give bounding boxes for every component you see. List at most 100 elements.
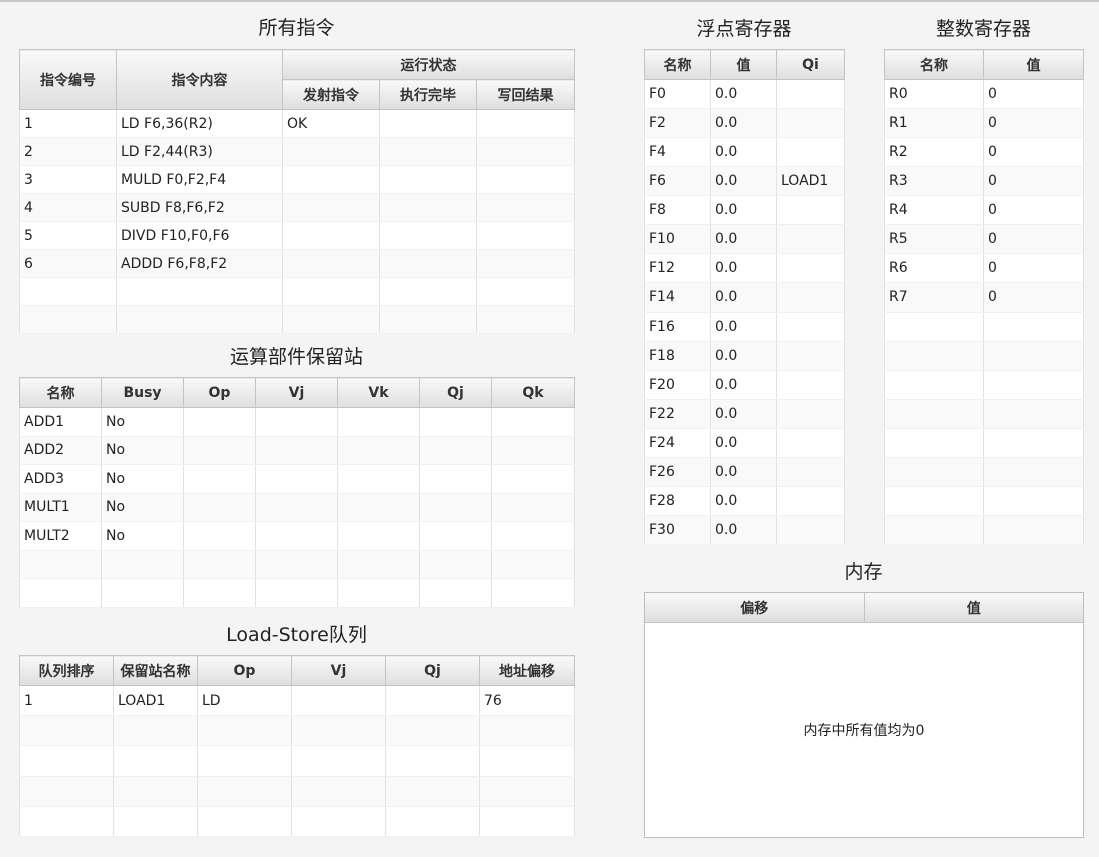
int-row[interactable]: R5 0 xyxy=(884,224,1084,255)
ls-row[interactable] xyxy=(19,715,575,747)
col-header-mem-value[interactable]: 值 xyxy=(864,593,1083,623)
fp-row[interactable]: F6 0.0 LOAD1 xyxy=(644,166,845,197)
int-cell: R2 xyxy=(884,137,984,168)
fp-row[interactable]: F2 0.0 xyxy=(644,108,845,139)
rs-cell xyxy=(419,521,492,551)
instruction-row[interactable]: 1 LD F6,36(R2) OK xyxy=(19,109,575,138)
ls-cell xyxy=(385,776,480,807)
int-row[interactable]: R2 0 xyxy=(884,137,1084,168)
int-row[interactable] xyxy=(884,515,1084,546)
ls-row[interactable] xyxy=(19,776,575,807)
instruction-row[interactable]: 4 SUBD F8,F6,F2 xyxy=(19,193,575,222)
col-header-issue[interactable]: 发射指令 xyxy=(282,79,380,110)
int-row[interactable]: R1 0 xyxy=(884,108,1084,139)
rs-col-header-5[interactable]: Qj xyxy=(419,377,492,408)
instruction-row[interactable]: 2 LD F2,44(R3) xyxy=(19,137,575,166)
instruction-row[interactable]: 6 ADDD F6,F8,F2 xyxy=(19,249,575,278)
int-col-header-0[interactable]: 名称 xyxy=(884,49,984,80)
instruction-row[interactable] xyxy=(19,277,575,306)
fp-row[interactable]: F0 0.0 xyxy=(644,79,845,110)
rs-row[interactable] xyxy=(19,550,575,580)
rs-cell xyxy=(255,407,338,437)
fp-row[interactable]: F22 0.0 xyxy=(644,399,845,429)
ls-col-header-3[interactable]: Vj xyxy=(291,655,386,686)
int-col-header-1[interactable]: 值 xyxy=(983,49,1084,80)
fp-row[interactable]: F20 0.0 xyxy=(644,370,845,400)
int-row[interactable]: R4 0 xyxy=(884,195,1084,226)
fp-row[interactable]: F8 0.0 xyxy=(644,195,845,226)
rs-col-header-6[interactable]: Qk xyxy=(491,377,575,408)
instruction-row[interactable]: 5 DIVD F10,F0,F6 xyxy=(19,221,575,250)
fp-cell: 0.0 xyxy=(710,137,777,168)
rs-col-header-1[interactable]: Busy xyxy=(101,377,184,408)
instructions-table[interactable]: 指令编号 指令内容 运行状态 发射指令 执行完毕 写回结果 1 LD F6,36(… xyxy=(19,49,575,334)
int-row[interactable] xyxy=(884,312,1084,342)
instruction-row[interactable] xyxy=(19,305,575,334)
reservation-station-table[interactable]: 名称 Busy Op Vj Vk Qj Qk ADD1 No ADD2 No ADD3 No MULT1… xyxy=(19,377,575,608)
fp-row[interactable]: F10 0.0 xyxy=(644,224,845,255)
fp-cell: 0.0 xyxy=(710,282,777,313)
int-cell: 0 xyxy=(983,108,1084,139)
rs-row[interactable]: ADD3 No xyxy=(19,464,575,494)
int-cell: R0 xyxy=(884,79,984,110)
ls-col-header-0[interactable]: 队列排序 xyxy=(19,655,114,686)
rs-col-header-2[interactable]: Op xyxy=(183,377,256,408)
rs-col-header-0[interactable]: 名称 xyxy=(19,377,102,408)
fp-row[interactable]: F30 0.0 xyxy=(644,515,845,546)
col-header-write-back[interactable]: 写回结果 xyxy=(476,79,575,110)
rs-cell: No xyxy=(101,521,184,551)
rs-row[interactable] xyxy=(19,578,575,608)
rs-row[interactable]: ADD1 No xyxy=(19,407,575,437)
fp-register-table[interactable]: 名称值 Qi F0 0.0 F2 0.0 F4 0.0 F6 0.0 LOAD1 F8 0.0 F10 0… xyxy=(644,49,845,546)
fp-col-header-2[interactable]: Qi xyxy=(776,49,845,80)
col-header-run-status[interactable]: 运行状态 xyxy=(282,49,575,80)
fp-col-header-1[interactable]: 值 xyxy=(710,49,777,80)
int-cell: R1 xyxy=(884,108,984,139)
rs-row[interactable]: MULT2 No xyxy=(19,521,575,551)
rs-col-header-3[interactable]: Vj xyxy=(255,377,338,408)
int-register-table[interactable]: 名称值 R0 0 R1 0 R2 0 R3 0 R4 0 R5 0 R6 0 R7 0 xyxy=(884,49,1084,546)
ls-cell: LOAD1 xyxy=(113,685,198,717)
fp-col-header-0[interactable]: 名称 xyxy=(644,49,711,80)
ls-col-header-1[interactable]: 保留站名称 xyxy=(113,655,198,686)
instruction-row[interactable]: 3 MULD F0,F2,F4 xyxy=(19,165,575,194)
int-row[interactable] xyxy=(884,428,1084,458)
int-row[interactable] xyxy=(884,399,1084,429)
int-row[interactable] xyxy=(884,457,1084,487)
col-header-instr-id[interactable]: 指令编号 xyxy=(19,49,117,110)
int-row[interactable]: R0 0 xyxy=(884,79,1084,110)
ls-col-header-2[interactable]: Op xyxy=(197,655,292,686)
ls-col-header-4[interactable]: Qj xyxy=(385,655,480,686)
ls-cell: LD xyxy=(197,685,292,717)
memory-table[interactable]: 偏移 值 内存中所有值均为0 xyxy=(644,592,1084,838)
int-row[interactable]: R6 0 xyxy=(884,253,1084,284)
fp-row[interactable]: F28 0.0 xyxy=(644,486,845,516)
col-header-instr-content[interactable]: 指令内容 xyxy=(116,49,283,110)
ls-row[interactable] xyxy=(19,745,575,777)
rs-col-header-4[interactable]: Vk xyxy=(337,377,420,408)
load-store-queue-table[interactable]: 队列排序 保留站名称 Op Vj Qj 地址偏移 1 LOAD1 LD 76 xyxy=(19,655,575,838)
col-header-exec-done[interactable]: 执行完毕 xyxy=(379,79,477,110)
fp-cell: LOAD1 xyxy=(776,166,845,197)
rs-row[interactable]: ADD2 No xyxy=(19,436,575,466)
int-row[interactable] xyxy=(884,370,1084,400)
fp-row[interactable]: F24 0.0 xyxy=(644,428,845,458)
col-header-mem-offset[interactable]: 偏移 xyxy=(645,593,865,623)
fp-row[interactable]: F26 0.0 xyxy=(644,457,845,487)
int-row[interactable]: R3 0 xyxy=(884,166,1084,197)
fp-row[interactable]: F12 0.0 xyxy=(644,253,845,284)
fp-cell: F6 xyxy=(644,166,711,197)
fp-cell xyxy=(776,224,845,255)
instruction-cell xyxy=(379,137,477,166)
fp-row[interactable]: F14 0.0 xyxy=(644,282,845,313)
fp-row[interactable]: F16 0.0 xyxy=(644,312,845,342)
fp-row[interactable]: F4 0.0 xyxy=(644,137,845,168)
int-row[interactable] xyxy=(884,486,1084,516)
ls-col-header-5[interactable]: 地址偏移 xyxy=(479,655,575,686)
int-row[interactable]: R7 0 xyxy=(884,282,1084,313)
ls-row[interactable]: 1 LOAD1 LD 76 xyxy=(19,685,575,717)
int-row[interactable] xyxy=(884,341,1084,371)
fp-row[interactable]: F18 0.0 xyxy=(644,341,845,371)
ls-row[interactable] xyxy=(19,806,575,838)
rs-row[interactable]: MULT1 No xyxy=(19,493,575,523)
